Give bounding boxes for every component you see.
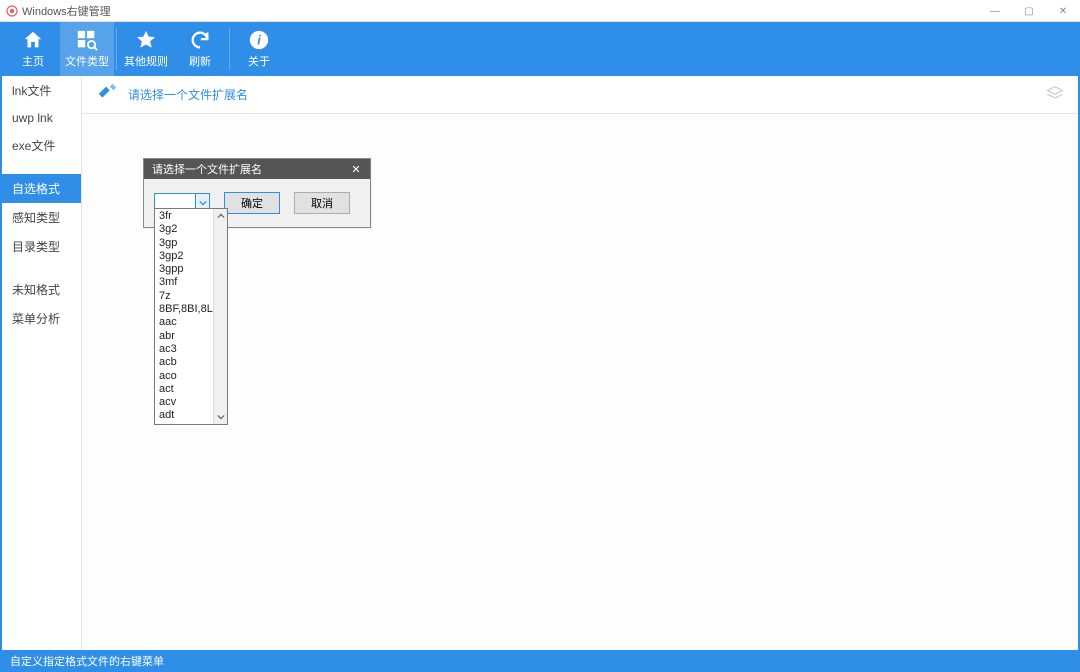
dropdown-item[interactable]: 3gp2 [155,250,213,263]
ok-button[interactable]: 确定 [224,192,280,214]
sidebar-item-exe[interactable]: exe文件 [2,131,81,160]
dropdown-scrollbar[interactable] [213,209,227,424]
cancel-button[interactable]: 取消 [294,192,350,214]
dropdown-item[interactable]: adt [155,409,213,422]
dropdown-item[interactable]: 3mf [155,276,213,289]
grid-search-icon [76,29,98,51]
dropdown-item[interactable]: 3fr [155,210,213,223]
dropdown-items: 3fr 3g2 3gp 3gp2 3gpp 3mf 7z 8BF,8BI,8LI… [155,209,213,424]
minimize-button[interactable]: — [978,0,1012,22]
toolbar-filetype[interactable]: 文件类型 [60,22,114,76]
dropdown-item[interactable]: ac3 [155,343,213,356]
toolbar-refresh-label: 刷新 [189,53,211,69]
star-icon [135,29,157,51]
sidebar-item-menuanalysis[interactable]: 菜单分析 [2,304,81,333]
extension-dropdown-list[interactable]: 3fr 3g2 3gp 3gp2 3gpp 3mf 7z 8BF,8BI,8LI… [154,208,228,425]
dropdown-item[interactable]: 3g2 [155,223,213,236]
header-prompt: 请选择一个文件扩展名 [128,86,248,103]
dropdown-item[interactable]: aac [155,316,213,329]
dropdown-item[interactable]: 7z [155,290,213,303]
dialog-close-button[interactable]: ✕ [342,159,370,179]
dropdown-item[interactable]: acb [155,356,213,369]
window-title: Windows右键管理 [22,3,111,19]
toolbar: 主页 文件类型 其他规则 刷新 i 关于 [0,22,1080,76]
toolbar-home[interactable]: 主页 [6,22,60,76]
dropdown-item[interactable]: act [155,383,213,396]
toolbar-otherrules[interactable]: 其他规则 [119,22,173,76]
info-icon: i [248,29,270,51]
toolbar-separator [116,28,117,70]
maximize-button[interactable]: ▢ [1012,0,1046,22]
status-text: 自定义指定格式文件的右键菜单 [10,653,164,669]
sidebar-item-directorytype[interactable]: 目录类型 [2,232,81,261]
toolbar-about[interactable]: i 关于 [232,22,286,76]
refresh-icon [189,29,211,51]
scroll-up-icon[interactable] [214,209,227,223]
layers-icon[interactable] [1046,84,1064,105]
dropdown-item[interactable]: aco [155,370,213,383]
dropdown-item[interactable]: acv [155,396,213,409]
app-icon [6,5,18,17]
toolbar-filetype-label: 文件类型 [65,53,109,69]
svg-text:i: i [257,33,261,48]
toolbar-otherrules-label: 其他规则 [124,53,168,69]
dropdown-item[interactable]: abr [155,330,213,343]
scroll-down-icon[interactable] [214,410,227,424]
toolbar-separator-2 [229,28,230,70]
close-button[interactable]: ✕ [1046,0,1080,22]
toolbar-home-label: 主页 [22,53,44,69]
dialog-title-text: 请选择一个文件扩展名 [152,161,262,177]
toolbar-about-label: 关于 [248,53,270,69]
home-icon [22,29,44,51]
sidebar-item-uwplnk[interactable]: uwp lnk [2,105,81,131]
wand-icon [96,82,118,107]
sidebar-item-lnk[interactable]: lnk文件 [2,76,81,105]
sidebar: lnk文件 uwp lnk exe文件 自选格式 感知类型 目录类型 未知格式 … [2,76,82,650]
sidebar-item-perceivedtype[interactable]: 感知类型 [2,203,81,232]
sidebar-item-unknownformat[interactable]: 未知格式 [2,275,81,304]
header-row: 请选择一个文件扩展名 [82,76,1078,114]
statusbar: 自定义指定格式文件的右键菜单 [0,652,1080,672]
titlebar: Windows右键管理 — ▢ ✕ [0,0,1080,22]
toolbar-refresh[interactable]: 刷新 [173,22,227,76]
sidebar-item-customformat[interactable]: 自选格式 [2,174,81,203]
dropdown-item[interactable]: 8BF,8BI,8LI,8BI [155,303,213,316]
dropdown-item[interactable]: 3gp [155,237,213,250]
dialog-titlebar[interactable]: 请选择一个文件扩展名 ✕ [144,159,370,179]
dropdown-item[interactable]: 3gpp [155,263,213,276]
